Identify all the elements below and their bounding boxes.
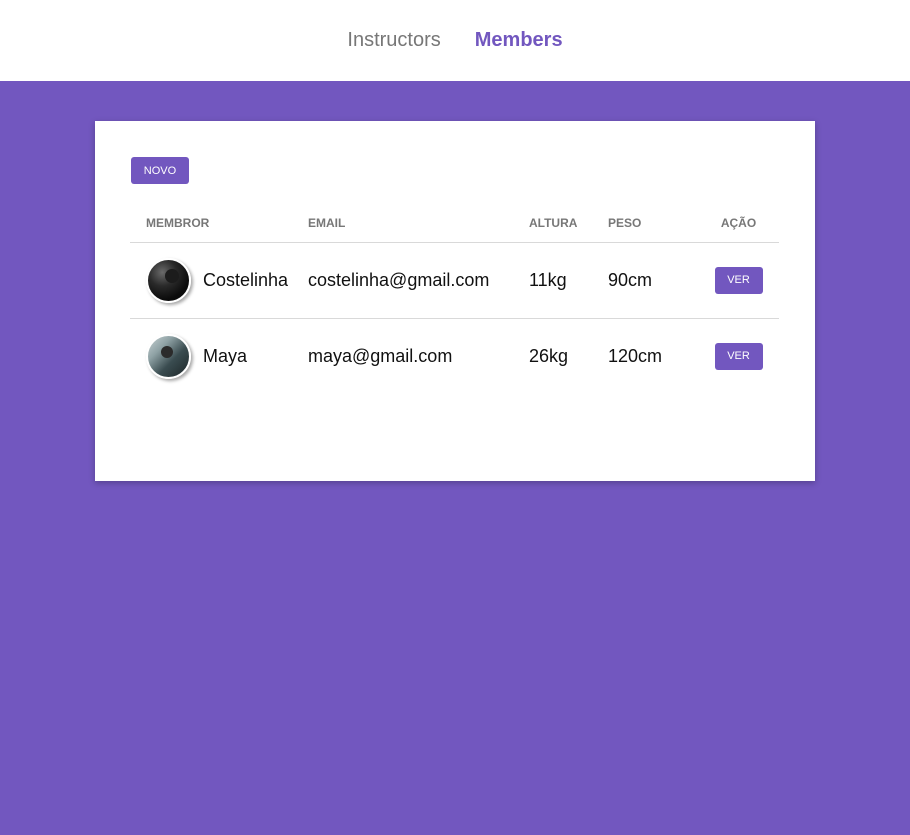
member-cell: Costelinha [130, 242, 308, 319]
new-member-button[interactable]: NOVO [131, 157, 189, 184]
column-header-action: AÇÃO [698, 205, 779, 243]
action-cell: VER [698, 318, 779, 394]
table-header-row: MEMBROR EMAIL ALTURA PESO AÇÃO [130, 205, 779, 243]
member-cell: Maya [130, 318, 308, 394]
members-table: MEMBROR EMAIL ALTURA PESO AÇÃO Costelinh… [130, 205, 779, 394]
nav-link-instructors[interactable]: Instructors [347, 29, 440, 52]
view-member-button[interactable]: VER [714, 342, 763, 370]
member-weight: 90cm [608, 242, 698, 319]
nav-link-members[interactable]: Members [475, 29, 563, 52]
member-name: Maya [203, 345, 248, 366]
member-height: 26kg [529, 345, 569, 366]
column-header-height: ALTURA [529, 205, 608, 243]
table-row: Maya maya@gmail.com 26kg 120cm VER [130, 318, 779, 394]
member-email: costelinha@gmail.com [308, 242, 529, 319]
avatar [146, 333, 191, 379]
members-card: NOVO MEMBROR EMAIL ALTURA PESO AÇÃO Cost… [95, 121, 815, 481]
avatar [146, 257, 191, 303]
table-row: Costelinha costelinha@gmail.com 11kg 90c… [130, 242, 779, 319]
column-header-weight: PESO [608, 205, 698, 243]
member-weight: 120cm [608, 345, 663, 366]
member-email: maya@gmail.com [308, 345, 453, 366]
action-cell: VER [698, 242, 779, 319]
column-header-email: EMAIL [308, 205, 529, 243]
member-height: 11kg [529, 242, 608, 319]
column-header-member: MEMBROR [130, 205, 308, 243]
top-navigation: Instructors Members [0, 0, 910, 81]
member-name: Costelinha [203, 269, 289, 290]
view-member-button[interactable]: VER [714, 266, 763, 294]
